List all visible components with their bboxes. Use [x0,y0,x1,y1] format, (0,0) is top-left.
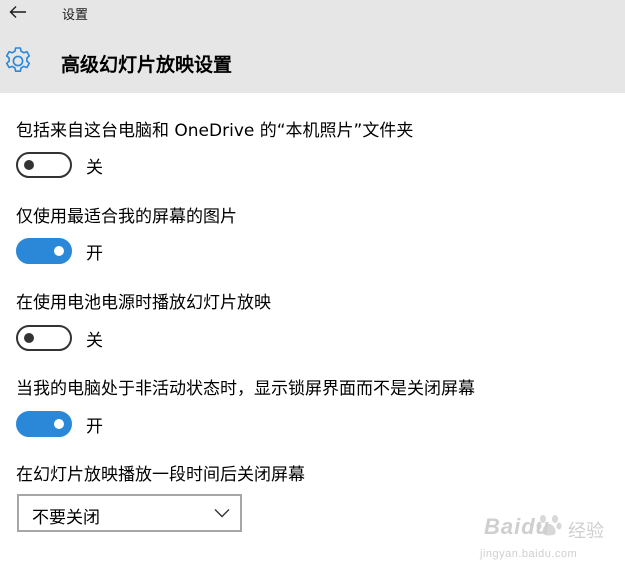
toggle-knob [54,419,64,429]
setting-label-screen-off: 在幻灯片放映播放一段时间后关闭屏幕 [16,465,305,485]
toggle-onedrive-folder[interactable] [16,152,72,178]
setting-label-battery: 在使用电池电源时播放幻灯片放映 [16,293,271,313]
page-header: 高级幻灯片放映设置 [0,26,625,93]
toggle-knob [24,333,34,343]
setting-label-onedrive-folder: 包括来自这台电脑和 OneDrive 的“本机照片”文件夹 [16,121,414,141]
toggle-fit-screen[interactable] [16,238,72,264]
toggle-state-lock-screen: 开 [86,417,103,437]
toggle-knob [24,160,34,170]
app-title: 设置 [62,8,89,23]
setting-label-fit-screen: 仅使用最适合我的屏幕的图片 [16,207,237,227]
page-title: 高级幻灯片放映设置 [61,54,233,76]
screen-off-dropdown[interactable]: 不要关闭 [17,494,242,532]
back-button[interactable] [6,0,30,24]
toggle-state-fit-screen: 开 [86,244,103,264]
screen-off-selected-value: 不要关闭 [32,508,100,528]
gear-icon [5,47,31,72]
toggle-battery[interactable] [16,325,72,351]
toggle-knob [54,246,64,256]
chevron-down-icon [214,509,230,518]
title-bar: 设置 [0,0,625,26]
toggle-state-onedrive-folder: 关 [86,158,103,178]
baidu-watermark: Baidu 经验 jingyan.baidu.com [470,506,620,568]
setting-label-lock-screen: 当我的电脑处于非活动状态时，显示锁屏界面而不是关闭屏幕 [16,379,475,399]
toggle-lock-screen[interactable] [16,411,72,437]
watermark-url: jingyan.baidu.com [480,548,578,560]
watermark-brand: Baidu [484,514,551,539]
watermark-brand-cn: 经验 [568,521,604,541]
back-arrow-icon [9,6,26,18]
toggle-state-battery: 关 [86,331,103,351]
